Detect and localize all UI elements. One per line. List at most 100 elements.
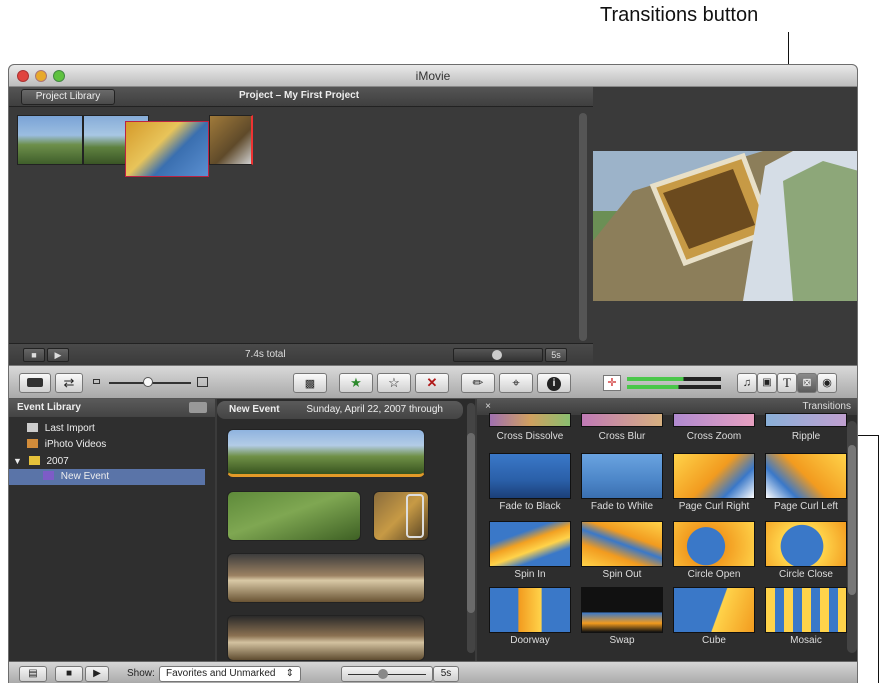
transition-label: Circle Open bbox=[687, 569, 741, 580]
event-list-toggle-button[interactable]: ▤ bbox=[19, 666, 47, 682]
unmark-button[interactable]: ☆ bbox=[377, 373, 411, 393]
window-title: iMovie bbox=[415, 69, 451, 83]
project-zoom-label: 5s bbox=[545, 348, 567, 362]
event-library-item-new-event[interactable]: New Event bbox=[9, 469, 205, 485]
microphone-icon: ✏ bbox=[472, 375, 484, 390]
thumbnail-zoom-slider[interactable] bbox=[93, 377, 213, 389]
transition-label: Page Curl Left bbox=[774, 501, 838, 512]
project-clip-3[interactable] bbox=[125, 121, 209, 177]
event-date: Sunday, April 22, 2007 through bbox=[306, 404, 443, 415]
event-library-item-iphoto-videos[interactable]: iPhoto Videos bbox=[9, 437, 205, 453]
project-library-button[interactable]: Project Library bbox=[21, 89, 115, 105]
event-scrollbar[interactable] bbox=[467, 403, 475, 653]
add-selection-icon: ▩ bbox=[304, 378, 316, 390]
slider-knob[interactable] bbox=[143, 377, 153, 387]
lib-item-label: Last Import bbox=[44, 423, 95, 434]
event-scroll-thumb[interactable] bbox=[467, 433, 475, 613]
transition-tile-spin-out[interactable] bbox=[581, 521, 663, 567]
show-filter-value: Favorites and Unmarked bbox=[166, 668, 276, 679]
transition-tile-fade-to-black[interactable] bbox=[489, 453, 571, 499]
title-icon: T bbox=[783, 375, 791, 390]
main-toolbar: ⇄ ▩ ★ ☆ ✕ ✏ ⌖ i ✛ ♫ ▣ T ⊠ ◉ bbox=[9, 365, 857, 399]
eject-drive-icon[interactable] bbox=[189, 402, 207, 413]
photos-button[interactable]: ▣ bbox=[757, 373, 777, 393]
swap-icon: ⇄ bbox=[63, 375, 75, 390]
play-icon: ▶ bbox=[93, 668, 101, 679]
reject-button[interactable]: ✕ bbox=[415, 373, 449, 393]
transition-tile-cross-blur[interactable] bbox=[581, 413, 663, 427]
bottom-bar: ▤ ■ ▶ Show: Favorites and Unmarked ⇕ 5s bbox=[9, 661, 857, 683]
voiceover-button[interactable]: ✏ bbox=[461, 373, 495, 393]
transition-label: Fade to Black bbox=[499, 501, 561, 512]
inspector-button[interactable]: i bbox=[537, 373, 571, 393]
preview-viewer bbox=[593, 151, 857, 301]
disclosure-triangle-icon[interactable]: ▼ bbox=[13, 456, 22, 466]
viewer-frame bbox=[593, 151, 857, 301]
event-zoom-slider[interactable] bbox=[341, 666, 433, 682]
project-zoom-knob[interactable] bbox=[492, 350, 502, 360]
play-events-button[interactable]: ▶ bbox=[85, 666, 109, 682]
last-import-icon bbox=[27, 423, 38, 432]
project-clip-4[interactable] bbox=[209, 115, 253, 165]
playhead-selection[interactable] bbox=[406, 494, 424, 538]
transition-tile-fade-to-white[interactable] bbox=[581, 453, 663, 499]
minimize-window-button[interactable] bbox=[35, 70, 47, 82]
transition-tile-page-curl-right[interactable] bbox=[673, 453, 755, 499]
project-scrollbar[interactable] bbox=[579, 113, 587, 341]
transitions-button[interactable]: ⊠ bbox=[797, 373, 817, 393]
close-window-button[interactable] bbox=[17, 70, 29, 82]
event-filmstrip-3[interactable] bbox=[373, 491, 429, 541]
transition-tile-cross-zoom[interactable] bbox=[673, 413, 755, 427]
swap-events-projects-button[interactable]: ⇄ bbox=[55, 373, 83, 393]
show-filter-select[interactable]: Favorites and Unmarked ⇕ bbox=[159, 666, 301, 682]
event-filmstrip-1[interactable] bbox=[227, 429, 425, 477]
event-zoom-knob[interactable] bbox=[378, 669, 388, 679]
play-button[interactable]: ▶ bbox=[47, 348, 69, 362]
project-area[interactable] bbox=[9, 107, 593, 343]
titles-button[interactable]: T bbox=[777, 373, 797, 393]
transition-tile-mosaic[interactable] bbox=[765, 587, 847, 633]
play-fullscreen-button[interactable]: ■ bbox=[23, 348, 45, 362]
transition-tile-cube[interactable] bbox=[673, 587, 755, 633]
photo-icon: ▣ bbox=[762, 377, 772, 388]
transition-tile-cross-dissolve[interactable] bbox=[489, 413, 571, 427]
music-button[interactable]: ♫ bbox=[737, 373, 757, 393]
play-fullscreen-events-button[interactable]: ■ bbox=[55, 666, 83, 682]
transition-label: Ripple bbox=[791, 431, 821, 442]
audio-meter: ✛ bbox=[603, 375, 727, 391]
volume-meter-top bbox=[627, 377, 721, 381]
transition-tile-spin-in[interactable] bbox=[489, 521, 571, 567]
event-library-title: Event Library bbox=[17, 402, 81, 413]
transition-tile-circle-open[interactable] bbox=[673, 521, 755, 567]
event-library-item-last-import[interactable]: Last Import bbox=[9, 421, 205, 437]
zoom-window-button[interactable] bbox=[53, 70, 65, 82]
transition-label: Mosaic bbox=[790, 635, 822, 646]
event-filmstrip-5[interactable] bbox=[227, 615, 425, 661]
transition-tile-swap[interactable] bbox=[581, 587, 663, 633]
add-to-project-button[interactable]: ▩ bbox=[293, 373, 327, 393]
event-filmstrip-2[interactable] bbox=[227, 491, 361, 541]
camera-import-button[interactable] bbox=[19, 373, 51, 393]
audio-skimming-icon[interactable]: ✛ bbox=[603, 375, 621, 391]
transition-label: Spin Out bbox=[602, 569, 642, 580]
transition-tile-doorway[interactable] bbox=[489, 587, 571, 633]
event-name: New Event bbox=[229, 404, 280, 415]
event-zoom-label: 5s bbox=[433, 666, 459, 682]
iphoto-icon bbox=[27, 439, 38, 448]
transitions-scrollbar[interactable] bbox=[847, 421, 857, 653]
project-clip-1[interactable] bbox=[17, 115, 83, 165]
transition-tile-circle-close[interactable] bbox=[765, 521, 847, 567]
transition-tile-ripple[interactable] bbox=[765, 413, 847, 427]
lib-item-label: New Event bbox=[60, 471, 110, 482]
crop-button[interactable]: ⌖ bbox=[499, 373, 533, 393]
transitions-scroll-thumb[interactable] bbox=[848, 445, 856, 595]
unfavorite-icon: ☆ bbox=[388, 375, 400, 390]
transition-tile-page-curl-left[interactable] bbox=[765, 453, 847, 499]
maps-button[interactable]: ◉ bbox=[817, 373, 837, 393]
event-filmstrip-4[interactable] bbox=[227, 553, 425, 603]
project-zoom-slider[interactable] bbox=[453, 348, 543, 362]
mark-favorite-button[interactable]: ★ bbox=[339, 373, 373, 393]
maps-icon: ◉ bbox=[822, 377, 832, 389]
callout-bracket-line bbox=[878, 435, 879, 683]
event-library-item-2007[interactable]: ▼ 2007 bbox=[9, 453, 205, 469]
